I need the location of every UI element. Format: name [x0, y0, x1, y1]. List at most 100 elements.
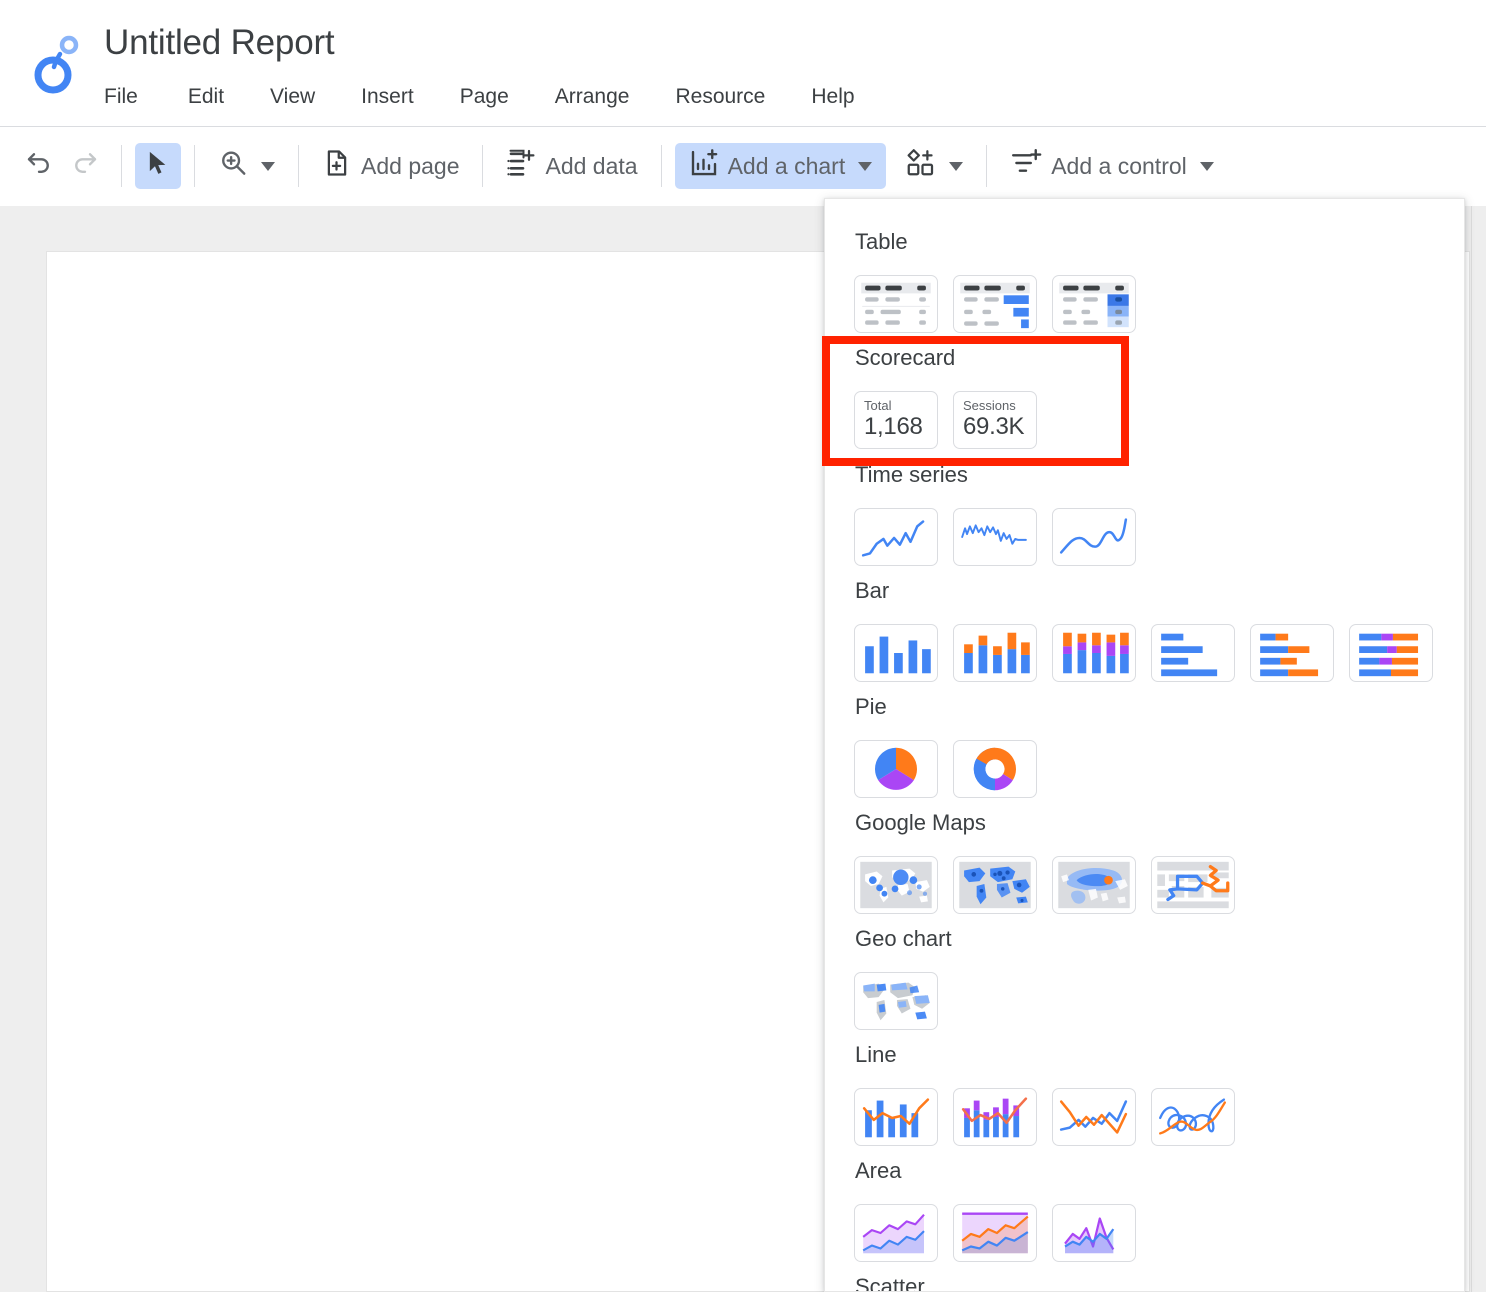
section-title-scorecard: Scorecard — [855, 345, 956, 370]
add-a-control-button[interactable]: Add a control — [1000, 143, 1224, 189]
app-header: Untitled Report File Edit View Insert Pa… — [0, 0, 1486, 127]
document-title[interactable]: Untitled Report — [104, 23, 335, 63]
scorecard-compact-thumb-label: Sessions — [963, 398, 1016, 413]
section-title-area: Area — [855, 1158, 902, 1183]
chart-type-column-chart[interactable] — [854, 624, 938, 682]
menu-section-line: Line — [825, 1044, 1235, 1146]
chart-type-combo-chart[interactable] — [854, 1088, 938, 1146]
menu-section-scatter: Scatter — [825, 1276, 925, 1292]
chart-type-line-chart[interactable] — [1052, 1088, 1136, 1146]
add-data-icon — [506, 148, 536, 184]
add-a-control-caret-icon[interactable] — [1199, 161, 1214, 171]
chart-type-area-chart[interactable] — [854, 1204, 938, 1262]
add-a-chart-caret-icon[interactable] — [858, 161, 873, 171]
chart-type-table-with-bars[interactable] — [953, 275, 1037, 333]
menu-section-pie: Pie — [825, 696, 1037, 798]
chart-type-bar-chart[interactable] — [1151, 624, 1235, 682]
menu-item-insert[interactable]: Insert — [347, 83, 428, 111]
chart-type-100-stacked-column-chart[interactable] — [1052, 624, 1136, 682]
chart-type-time-series-dense[interactable] — [953, 508, 1037, 566]
add-data-button[interactable]: Add data — [496, 143, 647, 189]
scorecard-thumb-label: Total — [864, 398, 892, 413]
menu-item-page[interactable]: Page — [446, 83, 523, 111]
add-control-icon — [1010, 147, 1042, 185]
looker-studio-logo-icon[interactable] — [30, 32, 86, 94]
chart-type-time-series-line[interactable] — [854, 508, 938, 566]
chart-type-bubble-map[interactable] — [854, 856, 938, 914]
redo-icon — [70, 148, 100, 184]
add-a-control-label: Add a control — [1051, 152, 1187, 179]
menu-item-resource[interactable]: Resource — [661, 83, 779, 111]
scorecard-thumb-value: 1,168 — [864, 413, 923, 440]
chart-type-100-stacked-bar-chart[interactable] — [1349, 624, 1433, 682]
menu-section-scorecard: Scorecard Total 1,168 Sessions 69.3K — [825, 347, 1037, 449]
menu-item-file[interactable]: File — [104, 83, 152, 111]
add-page-icon — [322, 148, 352, 184]
add-shape-icon — [906, 148, 936, 184]
add-page-button[interactable]: Add page — [312, 143, 469, 189]
main-toolbar: Add page Add data Add a chart Add a cont… — [0, 127, 1486, 333]
menu-item-view[interactable]: View — [256, 83, 329, 111]
zoom-in-icon — [218, 148, 248, 184]
toolbar-divider-2 — [194, 145, 195, 187]
section-title-pie: Pie — [855, 694, 887, 719]
add-data-label: Add data — [545, 152, 638, 179]
chart-type-scorecard[interactable]: Total 1,168 — [854, 391, 938, 449]
menu-bar: File Edit View Insert Page Arrange Resou… — [104, 83, 887, 111]
zoom-dropdown-caret-icon[interactable] — [261, 161, 275, 171]
toolbar-divider-4 — [482, 145, 484, 187]
add-a-chart-label: Add a chart — [727, 152, 846, 179]
add-a-chart-menu: Table Scorecard Total 1,168 Sessions 69.… — [824, 198, 1465, 1292]
section-title-line: Line — [855, 1042, 897, 1067]
section-title-table: Table — [855, 229, 908, 254]
chart-type-route-map[interactable] — [1151, 856, 1235, 914]
chart-type-smoothed-line-chart[interactable] — [1151, 1088, 1235, 1146]
menu-section-area: Area — [825, 1160, 1136, 1262]
scorecard-compact-thumb-value: 69.3K — [963, 413, 1025, 440]
section-title-google-maps: Google Maps — [855, 810, 986, 835]
toolbar-divider-1 — [121, 145, 122, 187]
chart-type-filled-map[interactable] — [953, 856, 1037, 914]
vertical-scrollbar[interactable] — [1471, 206, 1486, 1292]
add-page-label: Add page — [361, 152, 460, 179]
menu-item-help[interactable]: Help — [797, 83, 868, 111]
chart-type-table-with-heatmap[interactable] — [1052, 275, 1136, 333]
menu-section-time-series: Time series — [825, 464, 1136, 566]
cursor-arrow-icon — [144, 149, 172, 183]
add-a-shape-caret-icon[interactable] — [949, 161, 964, 171]
undo-button[interactable] — [16, 143, 62, 189]
chart-type-stacked-area-chart[interactable] — [953, 1204, 1037, 1262]
select-tool-button[interactable] — [135, 143, 181, 189]
chart-type-heatmap[interactable] — [1052, 856, 1136, 914]
menu-item-edit[interactable]: Edit — [174, 83, 238, 111]
chart-type-time-series-smooth[interactable] — [1052, 508, 1136, 566]
add-chart-icon — [689, 148, 719, 184]
chart-type-stacked-bar-chart[interactable] — [1250, 624, 1334, 682]
menu-item-arrange[interactable]: Arrange — [541, 83, 644, 111]
menu-section-bar: Bar — [825, 580, 1433, 682]
section-title-geo-chart: Geo chart — [855, 926, 952, 951]
chart-type-pie-chart[interactable] — [854, 740, 938, 798]
menu-section-geo-chart: Geo chart — [825, 928, 952, 1030]
menu-section-google-maps: Google Maps — [825, 812, 1235, 914]
looker-studio-window: Untitled Report File Edit View Insert Pa… — [0, 0, 1486, 1292]
redo-button[interactable] — [62, 143, 108, 189]
undo-icon — [24, 148, 54, 184]
chart-type-table-plain[interactable] — [854, 275, 938, 333]
chart-type-geo-chart[interactable] — [854, 972, 938, 1030]
add-a-chart-button[interactable]: Add a chart — [674, 143, 887, 189]
toolbar-divider-3 — [298, 145, 299, 187]
toolbar-divider-5 — [660, 145, 662, 187]
section-title-time-series: Time series — [855, 462, 968, 487]
chart-type-stacked-column-chart[interactable] — [953, 624, 1037, 682]
section-title-bar: Bar — [855, 578, 890, 603]
zoom-button[interactable] — [208, 143, 285, 189]
chart-type-overlapping-area-chart[interactable] — [1052, 1204, 1136, 1262]
chart-type-scorecard-compact[interactable]: Sessions 69.3K — [953, 391, 1037, 449]
chart-type-stacked-combo-chart[interactable] — [953, 1088, 1037, 1146]
menu-section-table: Table — [825, 231, 1136, 333]
section-title-scatter: Scatter — [855, 1274, 925, 1292]
chart-type-donut-chart[interactable] — [953, 740, 1037, 798]
toolbar-divider-6 — [986, 145, 988, 187]
add-a-shape-button[interactable] — [896, 143, 973, 189]
